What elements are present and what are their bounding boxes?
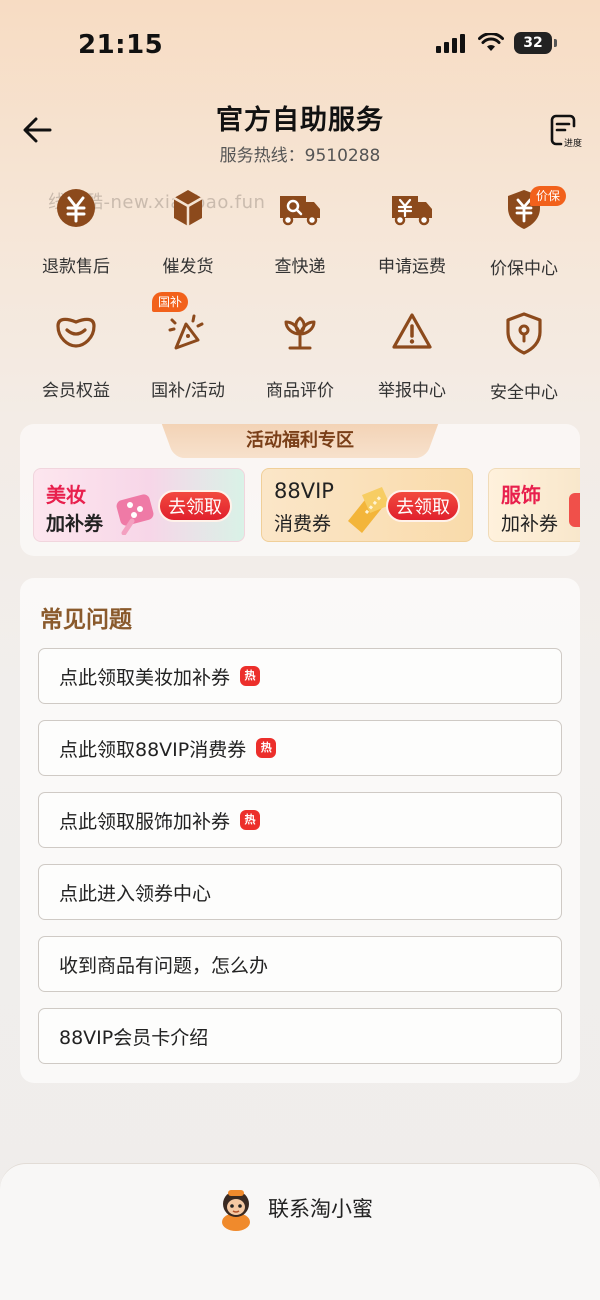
- faq-panel: 常见问题 点此领取美妆加补券 热 点此领取88VIP消费券 热 点此领取服饰加补…: [20, 578, 580, 1083]
- security-icon: [499, 310, 549, 356]
- service-refund[interactable]: 退款售后: [20, 178, 132, 277]
- faq-text: 88VIP会员卡介绍: [59, 1026, 209, 1049]
- promo-zone: 活动福利专区 美妆 加补券 去领取 88VIP 消费券 去领取 服饰 加补券: [20, 424, 580, 556]
- price-protect-badge: 价保: [530, 186, 567, 206]
- service-label: 举报中心: [378, 381, 446, 401]
- battery-level: 32: [523, 35, 543, 51]
- service-track-delivery[interactable]: 查快递: [244, 178, 356, 277]
- coupon-apparel[interactable]: 服饰 加补券: [488, 468, 580, 542]
- service-label: 申请运费: [378, 257, 446, 277]
- service-subsidy[interactable]: 国补/活动 国补: [132, 292, 244, 401]
- hot-badge: 热: [240, 810, 261, 830]
- hot-badge: 热: [240, 666, 261, 686]
- faq-list: 点此领取美妆加补券 热 点此领取88VIP消费券 热 点此领取服饰加补券 热 点…: [38, 648, 562, 1080]
- claim-button[interactable]: 去领取: [386, 490, 460, 522]
- progress-label: 进度: [564, 137, 582, 149]
- claim-button[interactable]: 去领取: [158, 490, 232, 522]
- shipping-fee-icon: [387, 186, 437, 230]
- faq-item[interactable]: 点此领取美妆加补券 热: [38, 648, 562, 704]
- service-urge-shipping[interactable]: 催发货: [132, 178, 244, 277]
- member-icon: [51, 310, 101, 354]
- faq-text: 点此进入领券中心: [59, 882, 212, 905]
- subsidy-icon: [163, 310, 213, 354]
- faq-text: 点此领取88VIP消费券: [59, 738, 247, 761]
- faq-item[interactable]: 88VIP会员卡介绍: [38, 1008, 562, 1064]
- coupon-line2: 加补券: [46, 513, 104, 535]
- faq-title: 常见问题: [40, 607, 132, 633]
- service-shipping-fee[interactable]: 申请运费: [356, 178, 468, 277]
- service-label: 价保中心: [490, 259, 558, 279]
- apparel-gift-icon: [569, 493, 580, 527]
- hot-badge: 热: [256, 738, 277, 758]
- urge-shipping-icon: [163, 186, 213, 230]
- coupon-line2: 加补券: [501, 513, 559, 535]
- faq-text: 收到商品有问题，怎么办: [59, 954, 269, 977]
- status-bar: 21:15 32: [0, 0, 600, 88]
- coupon-line1: 服饰: [501, 483, 541, 507]
- service-review[interactable]: 商品评价: [244, 302, 356, 401]
- status-time: 21:15: [78, 30, 164, 60]
- service-label: 安全中心: [490, 383, 558, 403]
- coupon-beauty[interactable]: 美妆 加补券 去领取: [33, 468, 245, 542]
- track-delivery-icon: [275, 186, 325, 230]
- refund-icon: [51, 186, 101, 230]
- faq-text: 点此领取服饰加补券: [59, 810, 231, 833]
- service-label: 退款售后: [42, 257, 110, 277]
- service-label: 会员权益: [42, 381, 110, 401]
- faq-item[interactable]: 点此进入领券中心: [38, 864, 562, 920]
- service-report[interactable]: 举报中心: [356, 302, 468, 401]
- bottom-bar: 联系淘小蜜: [0, 1163, 600, 1300]
- wifi-icon: [478, 33, 504, 51]
- coupon-88vip[interactable]: 88VIP 消费券 去领取: [261, 468, 473, 542]
- coupon-line1: 88VIP: [274, 479, 334, 503]
- subsidy-badge: 国补: [152, 292, 189, 312]
- contact-assistant-button[interactable]: 联系淘小蜜: [214, 1184, 373, 1232]
- service-hotline: 服务热线：9510288: [219, 146, 381, 166]
- promo-title: 活动福利专区: [178, 424, 422, 458]
- faq-text: 点此领取美妆加补券: [59, 666, 231, 689]
- status-icons: 32: [436, 32, 557, 54]
- faq-item[interactable]: 点此领取88VIP消费券 热: [38, 720, 562, 776]
- report-icon: [387, 310, 437, 354]
- service-label: 国补/活动: [151, 381, 225, 401]
- battery-icon: 32: [514, 32, 557, 54]
- contact-label: 联系淘小蜜: [268, 1197, 373, 1221]
- review-icon: [275, 310, 325, 354]
- service-label: 催发货: [162, 257, 214, 277]
- coupon-line2: 消费券: [274, 513, 332, 535]
- service-label: 商品评价: [266, 381, 334, 401]
- service-security[interactable]: 安全中心: [468, 302, 580, 403]
- faq-item[interactable]: 点此领取服饰加补券 热: [38, 792, 562, 848]
- coupon-line1: 美妆: [46, 483, 86, 507]
- service-member[interactable]: 会员权益: [20, 302, 132, 401]
- service-price-protect[interactable]: 价保中心 价保: [468, 178, 580, 279]
- page-title: 官方自助服务: [216, 105, 384, 136]
- service-label: 查快递: [274, 257, 326, 277]
- signal-icon: [436, 34, 465, 53]
- faq-item[interactable]: 收到商品有问题，怎么办: [38, 936, 562, 992]
- assistant-avatar-icon: [222, 1190, 250, 1231]
- progress-icon[interactable]: 进度: [544, 112, 584, 152]
- service-grid: 退款售后 催发货 查快递 申请运费 价保中心 价保 会员权益 国补/活动 国补 …: [20, 178, 580, 403]
